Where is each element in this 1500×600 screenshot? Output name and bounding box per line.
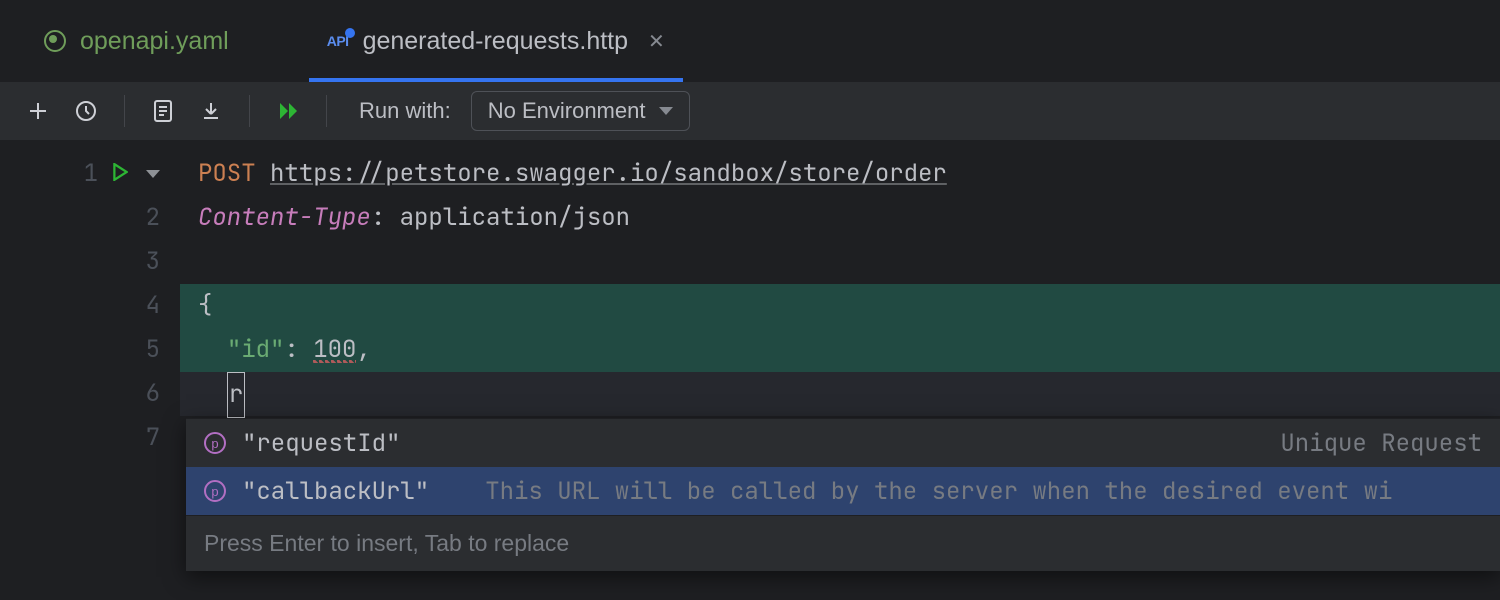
line-number: 7 <box>142 416 160 460</box>
line-number: 4 <box>142 284 160 328</box>
line-number: 3 <box>142 240 160 284</box>
completion-name: "requestId" <box>242 428 400 459</box>
gutter: 1 2 3 4 5 6 7 <box>0 140 180 600</box>
json-brace: { <box>198 290 212 321</box>
completion-item[interactable]: p "callbackUrl" This URL will be called … <box>186 467 1500 515</box>
typed-text: r <box>229 379 243 410</box>
http-url: https://petstore.swagger.io/sandbox/stor… <box>270 158 947 189</box>
environment-value: No Environment <box>488 98 646 124</box>
line-number: 6 <box>142 372 160 416</box>
run-with-label: Run with: <box>359 98 451 124</box>
completion-desc: This URL will be called by the server wh… <box>485 476 1482 507</box>
chevron-down-icon[interactable] <box>146 170 160 178</box>
close-icon[interactable]: ✕ <box>648 29 665 54</box>
run-all-icon[interactable] <box>274 97 302 125</box>
editor-tabs: openapi.yaml API generated-requests.http… <box>0 0 1500 82</box>
http-method: POST <box>198 158 256 189</box>
line-number: 5 <box>142 328 160 372</box>
property-icon: p <box>204 480 226 502</box>
line-number: 2 <box>142 196 160 240</box>
api-icon: API <box>327 33 349 49</box>
completion-name: "callbackUrl" <box>242 476 429 507</box>
json-value: 100 <box>313 334 356 365</box>
header-name: Content-Type <box>198 202 371 233</box>
completion-desc: Unique Request <box>1280 428 1482 459</box>
history-icon[interactable] <box>72 97 100 125</box>
completion-item[interactable]: p "requestId" Unique Request <box>186 419 1500 467</box>
import-icon[interactable] <box>197 97 225 125</box>
add-icon[interactable] <box>24 97 52 125</box>
http-toolbar: Run with: No Environment <box>0 82 1500 140</box>
property-icon: p <box>204 432 226 454</box>
toolbar-divider <box>124 95 125 127</box>
chevron-down-icon <box>659 107 673 115</box>
environment-select[interactable]: No Environment <box>471 91 691 131</box>
header-value: application/json <box>400 202 630 233</box>
completion-hint: Press Enter to insert, Tab to replace <box>186 515 1500 571</box>
examples-icon[interactable] <box>149 97 177 125</box>
tab-label: generated-requests.http <box>363 27 628 56</box>
openapi-icon <box>44 30 66 52</box>
run-gutter-icon[interactable] <box>112 152 128 196</box>
line-number: 1 <box>80 152 98 196</box>
tab-label: openapi.yaml <box>80 27 229 56</box>
tab-openapi[interactable]: openapi.yaml <box>26 0 247 82</box>
tab-generated-requests[interactable]: API generated-requests.http ✕ <box>309 0 683 82</box>
toolbar-divider <box>249 95 250 127</box>
completion-popup: p "requestId" Unique Request p "callback… <box>186 418 1500 571</box>
json-key: "id" <box>227 334 285 365</box>
toolbar-divider <box>326 95 327 127</box>
